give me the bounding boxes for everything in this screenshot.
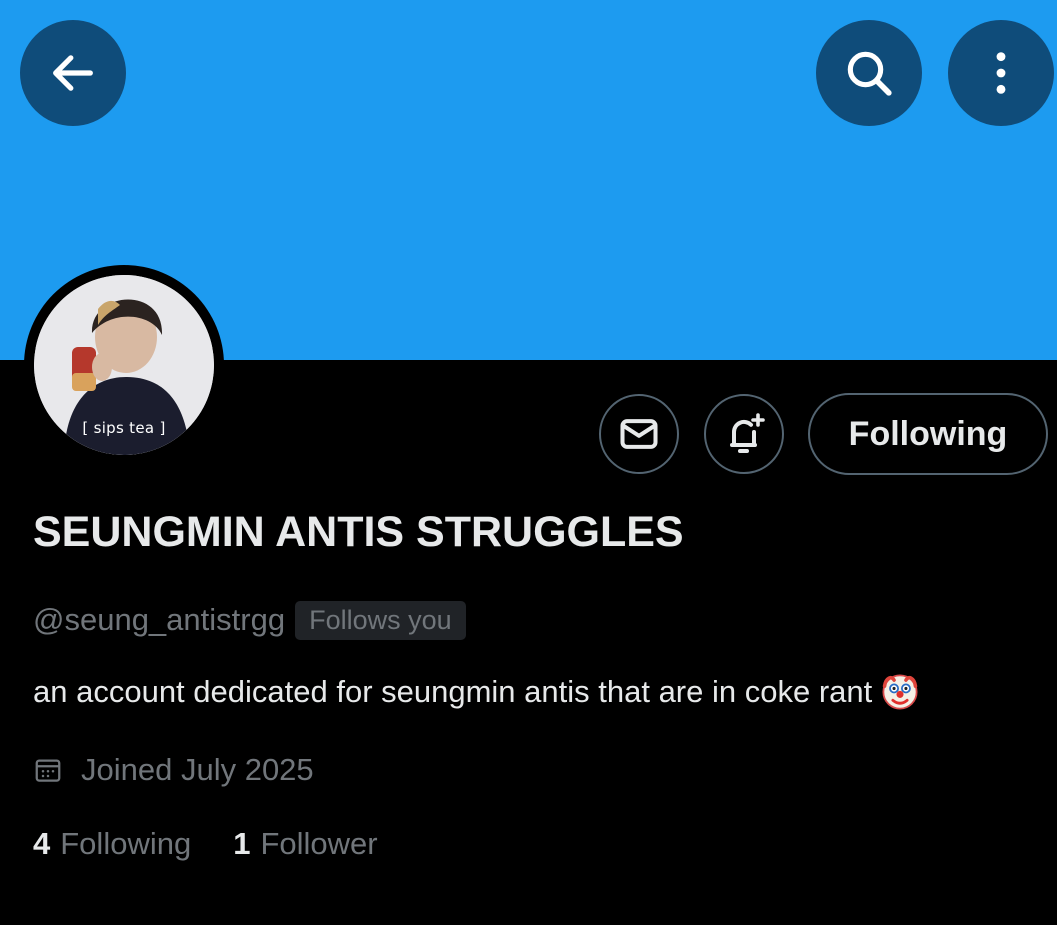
arrow-left-icon xyxy=(53,55,93,91)
follow-stats: 4 Following 1 Follower xyxy=(33,826,378,862)
user-handle: @seung_antistrgg xyxy=(33,602,286,637)
followers-count-link[interactable]: 1 Follower xyxy=(233,826,377,862)
handle-row: @seung_antistrgg Follows you xyxy=(33,598,466,642)
calendar-icon xyxy=(35,759,61,782)
more-button[interactable] xyxy=(948,20,1054,126)
search-button[interactable] xyxy=(816,20,922,126)
following-count: 4 xyxy=(33,826,51,861)
followers-count: 1 xyxy=(233,826,251,861)
joined-row: Joined July 2025 xyxy=(33,752,314,788)
followers-label: Follower xyxy=(260,826,378,861)
avatar-caption: [ sips tea ] xyxy=(82,419,166,437)
more-vertical-icon xyxy=(996,52,1006,94)
search-icon xyxy=(847,51,892,96)
message-button[interactable] xyxy=(599,394,679,474)
avatar[interactable]: [ sips tea ] xyxy=(34,275,214,455)
mail-icon xyxy=(620,419,658,449)
following-count-link[interactable]: 4 Following xyxy=(33,826,191,862)
following-button[interactable]: Following xyxy=(808,393,1048,475)
following-label: Following xyxy=(60,826,192,861)
joined-date: Joined July 2025 xyxy=(81,752,314,787)
bio: an account dedicated for seungmin antis … xyxy=(33,673,919,711)
bio-text: an account dedicated for seungmin antis … xyxy=(33,674,873,709)
display-name: SEUNGMIN ANTIS STRUGGLES xyxy=(33,508,684,556)
follows-you-badge: Follows you xyxy=(295,600,466,640)
bell-plus-icon xyxy=(730,413,765,453)
back-button[interactable] xyxy=(20,20,126,126)
clown-face-emoji xyxy=(882,674,918,710)
notifications-button[interactable] xyxy=(704,394,784,474)
